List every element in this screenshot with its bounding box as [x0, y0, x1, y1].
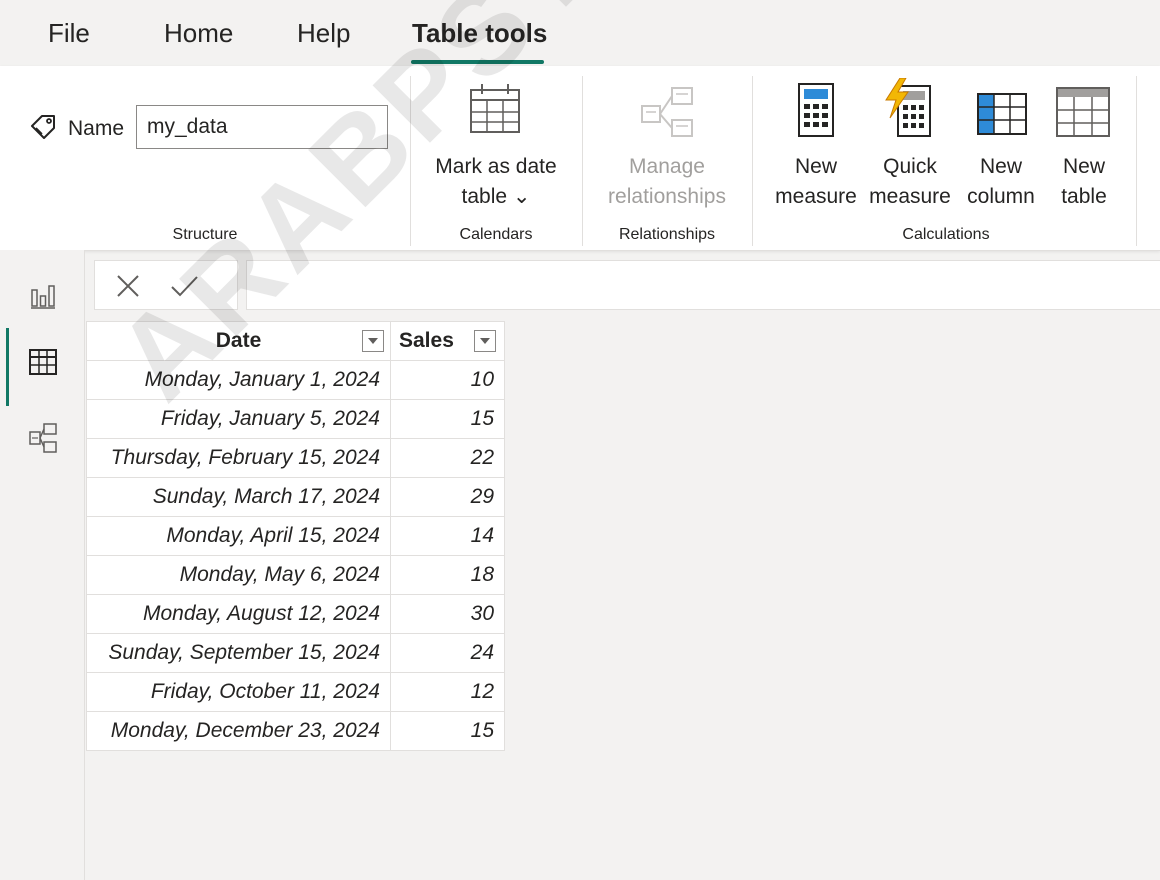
manage-label-line1: Manage [629, 155, 705, 178]
ribbon-divider [752, 76, 753, 246]
date-cell[interactable]: Monday, January 1, 2024 [86, 360, 391, 400]
model-view-button[interactable] [0, 410, 84, 466]
column-header-date[interactable]: Date [86, 321, 391, 361]
active-tab-indicator [411, 60, 544, 64]
filter-dropdown-icon[interactable] [474, 330, 496, 352]
table-view-button[interactable] [0, 336, 84, 392]
new-measure-line1: New [794, 155, 837, 178]
sales-cell[interactable]: 24 [390, 633, 505, 673]
data-grid: Date Sales Monday, January 1, 2024 10 Fri… [86, 321, 505, 751]
group-label-relationships: Relationships [618, 226, 716, 243]
sales-cell[interactable]: 30 [390, 594, 505, 634]
report-view-icon [31, 285, 55, 309]
table-row[interactable]: Friday, October 11, 2024 12 [86, 672, 505, 712]
new-column-button[interactable]: New column [956, 66, 1046, 216]
relationships-icon [641, 87, 693, 137]
tab-file[interactable]: File [48, 18, 90, 49]
manage-label-line2: relationships [608, 185, 726, 208]
date-cell[interactable]: Friday, January 5, 2024 [86, 399, 391, 439]
group-label-calculations: Calculations [902, 226, 990, 243]
quick-measure-line2: measure [869, 185, 951, 208]
table-row[interactable]: Monday, April 15, 2024 14 [86, 516, 505, 556]
date-cell[interactable]: Monday, December 23, 2024 [86, 711, 391, 751]
table-row[interactable]: Monday, May 6, 2024 18 [86, 555, 505, 595]
new-table-line2: table [1061, 185, 1107, 208]
ribbon: Name Structure Mark as date table ⌄ Cale… [0, 66, 1160, 251]
sales-cell[interactable]: 14 [390, 516, 505, 556]
ribbon-divider [1136, 76, 1137, 246]
name-label: Name [68, 117, 125, 140]
calendar-table-icon [470, 84, 520, 133]
column-header-label: Sales [399, 329, 454, 352]
date-cell[interactable]: Monday, May 6, 2024 [86, 555, 391, 595]
table-row[interactable]: Monday, December 23, 2024 15 [86, 711, 505, 751]
filter-dropdown-icon[interactable] [362, 330, 384, 352]
calculator-icon [798, 83, 834, 137]
table-row[interactable]: Sunday, March 17, 2024 29 [86, 477, 505, 517]
manage-relationships-button[interactable]: Manage relationships [590, 66, 744, 216]
formula-input[interactable] [246, 260, 1160, 310]
tab-bar: File Home Help Table tools [0, 0, 1160, 66]
date-cell[interactable]: Friday, October 11, 2024 [86, 672, 391, 712]
sales-cell[interactable]: 10 [390, 360, 505, 400]
formula-bar-buttons [94, 260, 238, 310]
table-row[interactable]: Friday, January 5, 2024 15 [86, 399, 505, 439]
date-cell[interactable]: Sunday, September 15, 2024 [86, 633, 391, 673]
sales-cell[interactable]: 15 [390, 711, 505, 751]
mark-as-date-label-line1: Mark as date [435, 155, 557, 178]
tab-table-tools[interactable]: Table tools [412, 18, 547, 49]
new-column-line2: column [967, 185, 1035, 208]
group-label-structure: Structure [172, 226, 238, 243]
column-header-label: Date [215, 329, 262, 352]
ribbon-divider [410, 76, 411, 246]
column-icon [977, 93, 1027, 135]
column-header-sales[interactable]: Sales [390, 321, 505, 361]
new-table-line1: New [1062, 155, 1105, 178]
report-view-button[interactable] [0, 270, 84, 326]
sales-cell[interactable]: 29 [390, 477, 505, 517]
quick-measure-line1: Quick [883, 155, 937, 178]
new-measure-line2: measure [775, 185, 857, 208]
check-icon[interactable] [169, 271, 199, 301]
quick-measure-icon [885, 78, 931, 137]
view-switcher [0, 250, 85, 880]
table-view-icon [29, 349, 57, 375]
date-cell[interactable]: Monday, April 15, 2024 [86, 516, 391, 556]
table-row[interactable]: Monday, August 12, 2024 30 [86, 594, 505, 634]
new-table-button[interactable]: New table [1046, 66, 1122, 216]
ribbon-divider [582, 76, 583, 246]
sales-cell[interactable]: 18 [390, 555, 505, 595]
mark-as-date-table-button[interactable]: Mark as date table ⌄ [420, 66, 572, 216]
tab-help[interactable]: Help [297, 18, 350, 49]
quick-measure-button[interactable]: Quick measure [864, 66, 956, 216]
mark-as-date-label-line2: table ⌄ [461, 185, 531, 208]
table-row[interactable]: Monday, January 1, 2024 10 [86, 360, 505, 400]
header-row: Date Sales [86, 321, 505, 361]
group-label-calendars: Calendars [459, 226, 533, 243]
date-cell[interactable]: Sunday, March 17, 2024 [86, 477, 391, 517]
table-name-input[interactable] [136, 105, 388, 149]
tab-home[interactable]: Home [164, 18, 233, 49]
sales-cell[interactable]: 12 [390, 672, 505, 712]
date-cell[interactable]: Thursday, February 15, 2024 [86, 438, 391, 478]
sales-cell[interactable]: 15 [390, 399, 505, 439]
new-column-line1: New [979, 155, 1022, 178]
table-icon [1056, 87, 1110, 137]
model-view-icon [29, 423, 57, 453]
tag-icon [31, 115, 55, 139]
table-row[interactable]: Sunday, September 15, 2024 24 [86, 633, 505, 673]
close-icon[interactable] [113, 271, 143, 301]
sales-cell[interactable]: 22 [390, 438, 505, 478]
table-row[interactable]: Thursday, February 15, 2024 22 [86, 438, 505, 478]
date-cell[interactable]: Monday, August 12, 2024 [86, 594, 391, 634]
new-measure-button[interactable]: New measure [770, 66, 862, 216]
